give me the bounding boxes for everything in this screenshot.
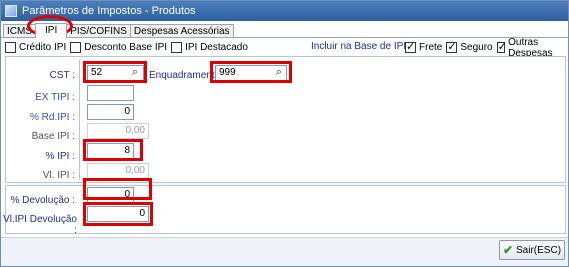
vertical-divider — [79, 60, 80, 180]
ipi-options-row: Crédito IPI Desconto Base IPI IPI Destac… — [5, 40, 252, 55]
credito-ipi-checkbox[interactable]: Crédito IPI — [5, 42, 66, 53]
checkbox-checked-icon — [405, 40, 416, 53]
sair-button-label: Sair(ESC) — [516, 244, 562, 256]
search-icon[interactable]: ⌕ — [128, 66, 142, 80]
tab-ipi[interactable]: IPI — [35, 23, 68, 38]
sair-button[interactable]: ✔ Sair(ESC) — [499, 240, 565, 260]
desconto-base-ipi-label: Desconto Base IPI — [84, 42, 168, 53]
checkbox-checked-icon — [496, 40, 506, 53]
incluir-base-ipi-label: Incluir na Base de IPI : — [311, 41, 412, 52]
search-icon[interactable]: ⌕ — [272, 66, 286, 80]
frete-checkbox[interactable]: Frete — [405, 40, 443, 53]
tab-despesas-acessorias[interactable]: Despesas Acessórias — [129, 24, 234, 38]
perc-ipi-label: % IPI : — [45, 151, 75, 162]
title-bar: Parâmetros de Impostos - Produtos — [1, 1, 568, 21]
credito-ipi-label: Crédito IPI — [19, 42, 67, 53]
vl-ipi-devolucao-input[interactable]: 0 — [87, 206, 149, 222]
enquadramento-label: Enquadramento — [149, 70, 221, 81]
seguro-label: Seguro — [460, 42, 493, 53]
checkbox-box-icon — [5, 42, 16, 53]
perc-devolucao-input[interactable]: 0 — [87, 187, 134, 203]
vl-ipi-label: Vl. IPI : — [42, 170, 75, 181]
tab-strip-divider — [1, 37, 568, 38]
window-title: Parâmetros de Impostos - Produtos — [22, 5, 196, 17]
footer-bar — [1, 237, 568, 266]
base-ipi-input: 0,00 — [87, 123, 149, 139]
tab-pis-cofins[interactable]: PIS/COFINS — [66, 24, 131, 38]
base-ipi-options: Frete Seguro Outras Despesas — [405, 37, 568, 59]
tab-bar: ICMS IPI PIS/COFINS Despesas Acessórias — [3, 23, 234, 38]
rd-ipi-input[interactable]: 0 — [87, 104, 134, 120]
perc-devolucao-label: % Devolução : — [10, 195, 75, 206]
perc-ipi-input[interactable]: 8 — [87, 143, 134, 159]
checkbox-box-icon — [171, 42, 183, 53]
desconto-base-ipi-checkbox[interactable]: Desconto Base IPI — [70, 42, 167, 53]
dialog-window: Parâmetros de Impostos - Produtos ICMS I… — [0, 0, 569, 267]
vl-ipi-devolucao-label: Vl.IPI Devolução : — [3, 214, 77, 236]
seguro-checkbox[interactable]: Seguro — [446, 40, 493, 53]
frete-label: Frete — [419, 42, 443, 53]
checkmark-icon: ✔ — [502, 243, 514, 257]
vl-ipi-input: 0,00 — [87, 163, 149, 179]
ex-tipi-label: EX TIPI : — [35, 92, 75, 103]
rd-ipi-label: % Rd.IPI : — [29, 112, 75, 123]
ipi-destacado-label: IPI Destacado — [185, 42, 248, 53]
base-ipi-label: Base IPI : — [31, 131, 75, 142]
horizontal-splitter[interactable] — [5, 182, 566, 186]
cst-label: CST : — [49, 70, 75, 81]
checkbox-checked-icon — [446, 40, 458, 53]
ex-tipi-input[interactable] — [87, 85, 134, 101]
tab-icms[interactable]: ICMS — [3, 24, 36, 38]
ipi-destacado-checkbox[interactable]: IPI Destacado — [171, 42, 248, 53]
checkbox-box-icon — [70, 42, 82, 53]
app-icon — [5, 5, 17, 17]
